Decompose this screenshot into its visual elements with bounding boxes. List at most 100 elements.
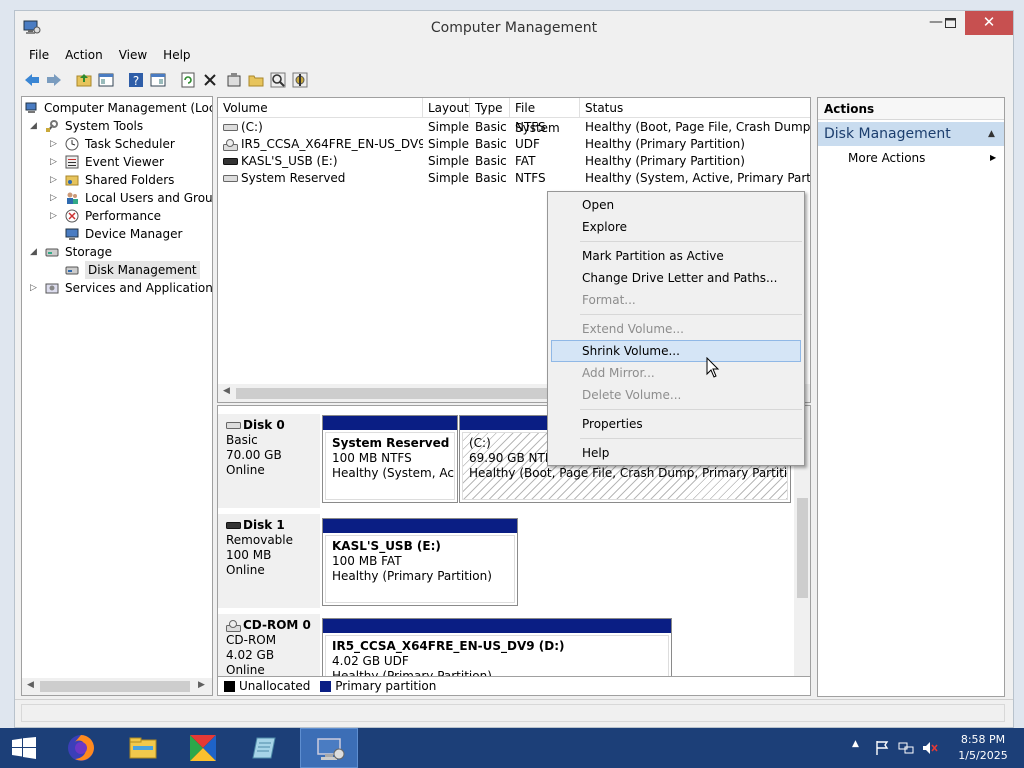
- console-tree-icon: [98, 73, 114, 87]
- computer-management-icon: [317, 738, 345, 760]
- help-icon: ?: [129, 73, 143, 88]
- delete-button[interactable]: [201, 71, 219, 89]
- show-hide-console-tree-button[interactable]: [97, 71, 115, 89]
- up-level-button[interactable]: [75, 71, 93, 89]
- properties-button[interactable]: [225, 71, 243, 89]
- file-explorer-icon: [129, 737, 157, 759]
- menu-item-mark-partition-active[interactable]: Mark Partition as Active: [551, 245, 801, 267]
- expand-arrow-icon[interactable]: ▷: [50, 135, 60, 153]
- menu-separator: [580, 409, 802, 410]
- table-row[interactable]: System Reserved Simple Basic NTFS Health…: [218, 170, 810, 187]
- menu-item-explore[interactable]: Explore: [551, 216, 801, 238]
- close-button[interactable]: ✕: [965, 11, 1013, 35]
- menu-help[interactable]: Help: [155, 45, 198, 65]
- column-header-status[interactable]: Status: [580, 98, 810, 118]
- computer-management-icon: [25, 102, 37, 113]
- title-bar[interactable]: Computer Management — ✕: [15, 11, 1013, 45]
- volume-muted-icon[interactable]: [922, 740, 938, 756]
- menu-item-change-drive-letter[interactable]: Change Drive Letter and Paths...: [551, 267, 801, 289]
- collapse-arrow-icon[interactable]: ◢: [30, 117, 40, 135]
- console-tree: Computer Management (Local ◢ System Tool…: [21, 96, 213, 696]
- menu-item-help[interactable]: Help: [551, 442, 801, 464]
- menu-item-open[interactable]: Open: [551, 194, 801, 216]
- menu-file[interactable]: File: [21, 45, 57, 65]
- properties-icon: [227, 73, 241, 87]
- forward-button[interactable]: [45, 71, 63, 89]
- mouse-cursor-icon: [706, 357, 720, 378]
- search-button[interactable]: [269, 71, 287, 89]
- context-menu: Open Explore Mark Partition as Active Ch…: [547, 191, 805, 466]
- legend-swatch-primary: [320, 681, 332, 692]
- back-button[interactable]: [23, 71, 41, 89]
- taskbar-file-explorer[interactable]: [114, 728, 172, 768]
- menu-item-shrink-volume[interactable]: Shrink Volume...: [551, 340, 801, 362]
- network-icon[interactable]: [898, 740, 914, 756]
- submenu-arrow-icon: ▶: [990, 153, 997, 162]
- expand-arrow-icon[interactable]: ▷: [50, 207, 60, 225]
- folder-up-icon: [76, 74, 92, 87]
- scroll-right-icon[interactable]: ▶: [198, 680, 205, 690]
- device-manager-icon: [65, 228, 79, 240]
- expand-arrow-icon[interactable]: ▷: [50, 189, 60, 207]
- users-icon: [67, 192, 78, 204]
- actions-pane: Actions Disk Management ▲ More Actions ▶: [817, 97, 1005, 697]
- table-row[interactable]: (C:) Simple Basic NTFS Healthy (Boot, Pa…: [218, 119, 810, 136]
- taskbar-app-multicolor[interactable]: [174, 728, 232, 768]
- column-header-type[interactable]: Type: [470, 98, 510, 118]
- event-viewer-icon: [65, 155, 79, 169]
- system-tools-icon: [46, 120, 58, 132]
- partition-system-reserved[interactable]: System Reserved 100 MB NTFS Healthy (Sys…: [322, 415, 458, 503]
- system-tray: ▲: [846, 728, 946, 768]
- expand-arrow-icon[interactable]: ▷: [30, 279, 40, 297]
- status-bar: [15, 699, 1013, 727]
- disk-settings-button[interactable]: [291, 71, 309, 89]
- more-actions-item[interactable]: More Actions ▶: [818, 148, 1004, 168]
- start-button[interactable]: [0, 728, 50, 768]
- show-hidden-icons-icon[interactable]: ▲: [852, 739, 868, 755]
- scrollbar-thumb[interactable]: [40, 681, 190, 692]
- taskbar-computer-management[interactable]: [300, 728, 358, 768]
- column-header-volume[interactable]: Volume: [218, 98, 423, 118]
- forward-arrow-icon: [47, 74, 61, 86]
- scrollbar-thumb[interactable]: [236, 388, 556, 399]
- notepad-icon: [252, 737, 276, 759]
- menu-separator: [580, 241, 802, 242]
- scroll-left-icon[interactable]: ◀: [223, 386, 230, 396]
- taskbar-firefox[interactable]: [52, 728, 110, 768]
- taskbar-clock[interactable]: 8:58 PM 1/5/2025: [950, 732, 1016, 764]
- action-center-flag-icon[interactable]: [874, 740, 890, 756]
- cdrom-icon: [226, 619, 241, 632]
- maximize-button[interactable]: [935, 11, 965, 35]
- column-header-layout[interactable]: Layout: [423, 98, 470, 118]
- back-arrow-icon: [25, 74, 39, 86]
- menu-item-extend-volume: Extend Volume...: [582, 322, 684, 336]
- menu-view[interactable]: View: [111, 45, 155, 65]
- actions-section-disk-management[interactable]: Disk Management ▲: [818, 122, 1004, 146]
- scroll-left-icon[interactable]: ◀: [27, 680, 34, 690]
- services-icon: [45, 283, 59, 294]
- open-button[interactable]: [247, 71, 265, 89]
- collapse-up-icon[interactable]: ▲: [988, 122, 995, 146]
- expand-arrow-icon[interactable]: ▷: [50, 153, 60, 171]
- menu-item-properties[interactable]: Properties: [551, 413, 801, 435]
- taskbar-notepad[interactable]: [236, 728, 294, 768]
- expand-arrow-icon[interactable]: ▷: [50, 171, 60, 189]
- disk-0-info[interactable]: Disk 0 Basic 70.00 GB Online: [218, 414, 320, 508]
- shared-folders-icon: [65, 175, 79, 186]
- removable-disk-icon: [226, 522, 241, 529]
- menu-action[interactable]: Action: [57, 45, 111, 65]
- show-hide-action-pane-button[interactable]: [149, 71, 167, 89]
- menu-item-format: Format...: [582, 293, 636, 307]
- disk-1-info[interactable]: Disk 1 Removable 100 MB Online: [218, 514, 320, 608]
- tree-horizontal-scrollbar[interactable]: ◀ ▶: [22, 678, 212, 695]
- start-icon: [12, 737, 36, 759]
- refresh-button[interactable]: [179, 71, 197, 89]
- window-title: Computer Management: [430, 20, 598, 36]
- partition-usb-e-drive[interactable]: KASL'S_USB (E:) 100 MB FAT Healthy (Prim…: [322, 518, 518, 606]
- help-button[interactable]: ?: [127, 71, 145, 89]
- table-row[interactable]: KASL'S_USB (E:) Simple Basic FAT Healthy…: [218, 153, 810, 170]
- column-header-file-system[interactable]: File System: [510, 98, 580, 135]
- scrollbar-thumb[interactable]: [797, 498, 808, 598]
- collapse-arrow-icon[interactable]: ◢: [30, 243, 40, 261]
- table-row[interactable]: IR5_CCSA_X64FRE_EN-US_DV9 (D:) Simple Ba…: [218, 136, 810, 153]
